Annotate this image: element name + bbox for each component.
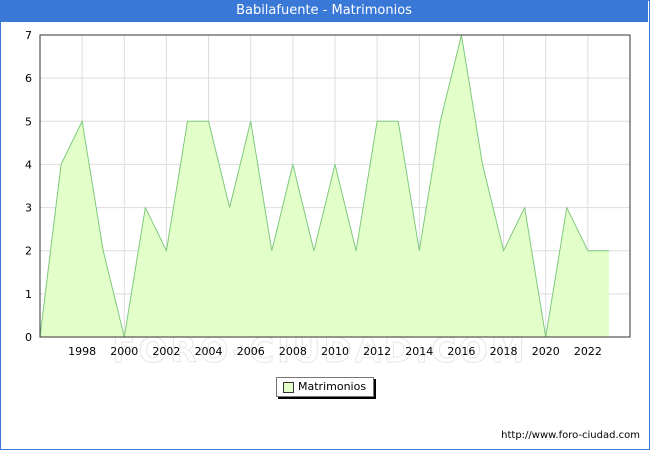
x-tick-label: 2010 (321, 345, 349, 358)
y-tick-label: 1 (25, 288, 32, 301)
y-tick-label: 2 (25, 245, 32, 258)
plot-series (39, 34, 609, 338)
y-tick-label: 4 (25, 158, 32, 171)
x-tick-label: 1998 (68, 345, 96, 358)
y-axis: 0 1 2 3 4 5 6 7 (25, 29, 32, 344)
x-tick-label: 2018 (490, 345, 518, 358)
x-tick-label: 2020 (532, 345, 560, 358)
y-tick-label: 3 (25, 202, 32, 215)
x-tick-label: 2006 (237, 345, 265, 358)
x-tick-label: 2000 (110, 345, 138, 358)
x-tick-label: 2002 (152, 345, 180, 358)
x-tick-label: 2012 (363, 345, 391, 358)
source-url[interactable]: http://www.foro-ciudad.com (501, 430, 640, 441)
y-tick-label: 5 (25, 115, 32, 128)
x-tick-label: 2008 (279, 345, 307, 358)
series-area-fill (40, 35, 609, 337)
y-tick-label: 7 (25, 29, 32, 42)
legend: Matrimonios (276, 377, 374, 397)
y-tick-label: 6 (25, 72, 32, 85)
y-tick-label: 0 (25, 331, 32, 344)
legend-label: Matrimonios (298, 380, 367, 393)
legend-swatch (283, 382, 294, 393)
x-tick-label: 2016 (447, 345, 475, 358)
x-tick-label: 2014 (405, 345, 433, 358)
x-tick-label: 2004 (195, 345, 223, 358)
x-tick-label: 2022 (574, 345, 602, 358)
